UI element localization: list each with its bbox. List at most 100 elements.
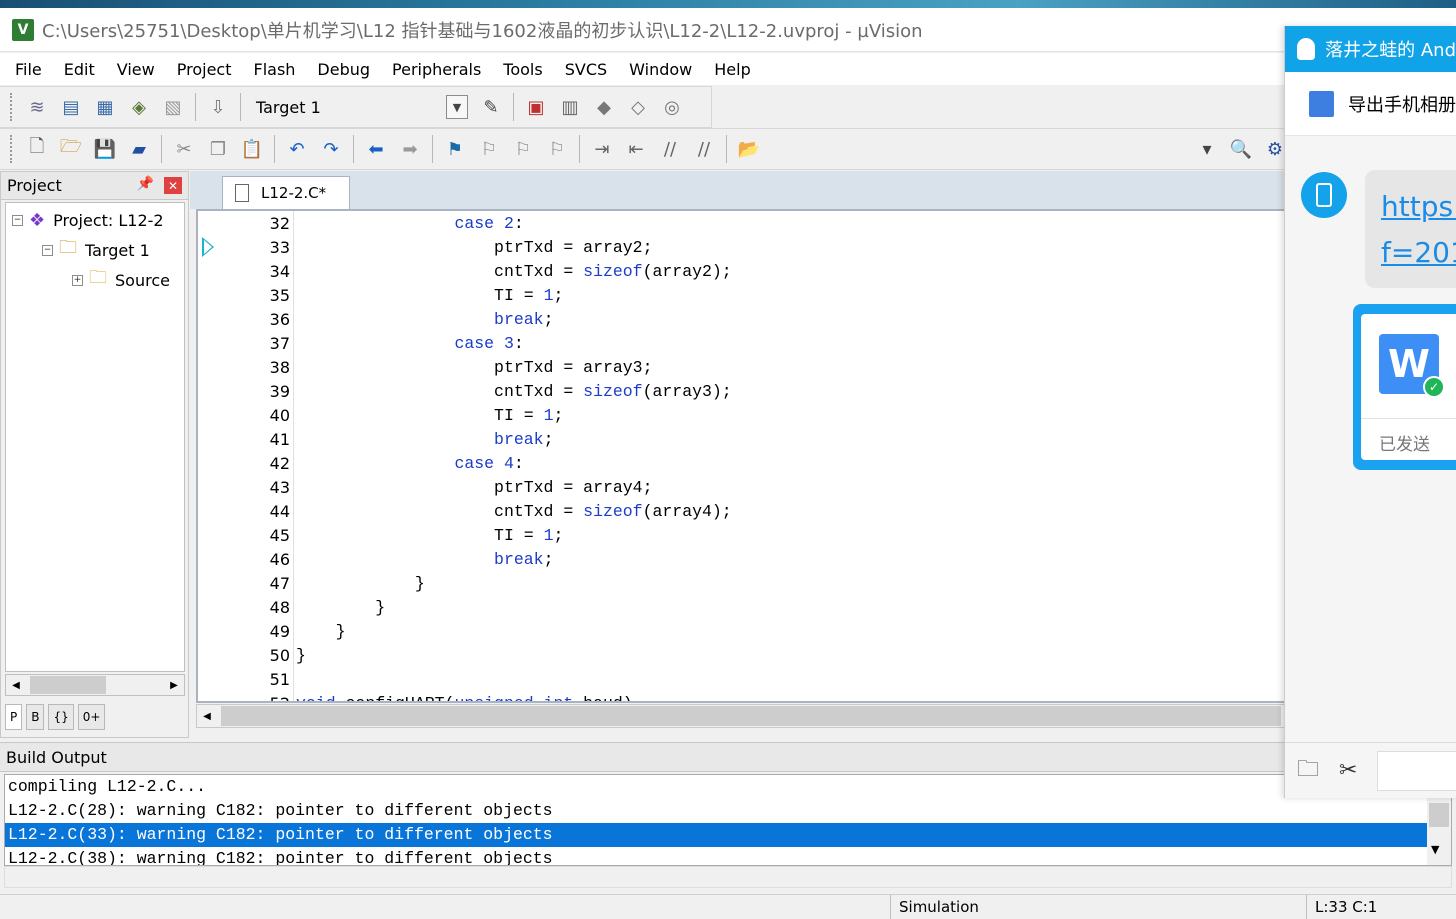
target-select[interactable]: Target 1 ▼	[250, 94, 468, 120]
target-options-icon[interactable]: ✎	[476, 92, 506, 122]
expand-icon[interactable]: +	[72, 274, 83, 286]
code-line[interactable]: }	[296, 596, 385, 620]
scroll-left-icon[interactable]: ◀	[197, 706, 217, 726]
manage-components-icon[interactable]: ▣	[521, 92, 551, 122]
save-icon[interactable]: 💾	[90, 134, 120, 164]
collapse-icon[interactable]: −	[42, 244, 53, 256]
pack-installer-icon[interactable]: ◇	[623, 92, 653, 122]
code-editor[interactable]: 32 33 34 35 36 37 38 39 40 41 42 43 44 45 46 47 48 49 50 51…	[196, 209, 1286, 703]
translate-icon[interactable]: ≋	[22, 92, 52, 122]
project-tree-hscrollbar[interactable]: ◀ ▶	[5, 674, 185, 696]
cut-icon[interactable]: ✂	[169, 134, 199, 164]
incremental-find-icon[interactable]: 🔍	[1226, 134, 1256, 164]
code-line[interactable]: }	[296, 572, 425, 596]
find-combo-dropdown[interactable]: ▾	[1192, 134, 1222, 164]
redo-icon[interactable]: ↷	[316, 134, 346, 164]
tree-item[interactable]: + 🗀 Source	[72, 267, 170, 293]
menu-item-tools[interactable]: Tools	[492, 60, 553, 79]
message-link-line[interactable]: https:	[1381, 184, 1456, 230]
nav-back-icon[interactable]: ⬅	[361, 134, 391, 164]
toolbar-grip[interactable]	[10, 135, 14, 163]
menu-item-view[interactable]: View	[106, 60, 166, 79]
rte-icon[interactable]: ◎	[657, 92, 687, 122]
code-line[interactable]: ptrTxd = array4;	[296, 476, 652, 500]
code-line[interactable]: break;	[296, 548, 553, 572]
tab-project[interactable]: P	[5, 704, 23, 730]
nav-forward-icon[interactable]: ➡	[395, 134, 425, 164]
editor-gutter[interactable]: 32 33 34 35 36 37 38 39 40 41 42 43 44 45 46 47 48 49 50 51…	[198, 211, 294, 701]
save-all-icon[interactable]: ▰	[124, 134, 154, 164]
menu-item-debug[interactable]: Debug	[306, 60, 381, 79]
menu-item-file[interactable]: File	[4, 60, 53, 79]
menu-item-edit[interactable]: Edit	[53, 60, 106, 79]
rebuild-icon[interactable]: ▦	[90, 92, 120, 122]
menu-item-flash[interactable]: Flash	[242, 60, 306, 79]
build-icon[interactable]: ▤	[56, 92, 86, 122]
code-line[interactable]: void configUART(unsigned int baud)	[296, 692, 633, 701]
code-line[interactable]: }	[296, 644, 306, 668]
undo-icon[interactable]: ↶	[282, 134, 312, 164]
build-output-line[interactable]: L12-2.C(28): warning C182: pointer to di…	[5, 799, 1451, 823]
code-line[interactable]: cntTxd = sizeof(array4);	[296, 500, 732, 524]
uncomment-icon[interactable]: //	[689, 134, 719, 164]
close-icon[interactable]: ✕	[164, 177, 182, 194]
pin-icon[interactable]: 📌	[137, 176, 154, 192]
menu-item-svcs[interactable]: SVCS	[554, 60, 618, 79]
code-line[interactable]: break;	[296, 308, 553, 332]
find-in-files-icon[interactable]: 📂	[734, 134, 764, 164]
code-line[interactable]: cntTxd = sizeof(array3);	[296, 380, 732, 404]
indent-icon[interactable]: ⇥	[587, 134, 617, 164]
clear-bookmarks-icon[interactable]: ⚐	[542, 134, 572, 164]
message-link-bubble[interactable]: https: f=201	[1365, 170, 1456, 288]
download-icon[interactable]: ⇩	[203, 92, 233, 122]
menu-item-project[interactable]: Project	[166, 60, 243, 79]
build-output-line[interactable]: compiling L12-2.C...	[5, 775, 1451, 799]
unindent-icon[interactable]: ⇤	[621, 134, 651, 164]
build-output-line[interactable]: L12-2.C(33): warning C182: pointer to di…	[5, 823, 1427, 847]
bookmark-icon[interactable]: ⚑	[440, 134, 470, 164]
code-line[interactable]: break;	[296, 428, 553, 452]
batch-build-icon[interactable]: ◈	[124, 92, 154, 122]
scissors-icon[interactable]: ✂	[1339, 758, 1357, 783]
scroll-left-icon[interactable]: ◀	[6, 675, 26, 695]
code-line[interactable]: case 2:	[296, 212, 523, 236]
code-line[interactable]: TI = 1;	[296, 404, 563, 428]
tree-item[interactable]: − ❖ Project: L12-2	[12, 207, 164, 233]
code-line[interactable]: TI = 1;	[296, 524, 563, 548]
build-output-line[interactable]: L12-2.C(38): warning C182: pointer to di…	[5, 847, 1451, 865]
code-line[interactable]: ptrTxd = array2;	[296, 236, 652, 260]
prev-bookmark-icon[interactable]: ⚐	[474, 134, 504, 164]
paste-icon[interactable]: 📋	[237, 134, 267, 164]
code-line[interactable]: TI = 1;	[296, 284, 563, 308]
open-file-icon[interactable]: 🗁	[56, 134, 86, 164]
scroll-right-icon[interactable]: ▶	[164, 675, 184, 695]
file-message-card[interactable]: W ✓ 已发送	[1353, 304, 1456, 470]
code-line[interactable]: case 4:	[296, 452, 523, 476]
tree-item[interactable]: − 🗀 Target 1	[42, 237, 150, 263]
code-line[interactable]: ptrTxd = array3;	[296, 356, 652, 380]
new-file-icon[interactable]: 🗋	[22, 134, 52, 164]
tab-functions[interactable]: {}	[48, 704, 74, 730]
menu-item-window[interactable]: Window	[618, 60, 703, 79]
qq-message-input[interactable]	[1377, 750, 1456, 791]
scroll-thumb[interactable]	[30, 676, 106, 694]
next-bookmark-icon[interactable]: ⚐	[508, 134, 538, 164]
code-line[interactable]: case 3:	[296, 332, 523, 356]
code-line[interactable]: cntTxd = sizeof(array2);	[296, 260, 732, 284]
code-line[interactable]: }	[296, 620, 346, 644]
select-packs-icon[interactable]: ▥	[555, 92, 585, 122]
collapse-icon[interactable]: −	[12, 214, 23, 226]
comment-icon[interactable]: //	[655, 134, 685, 164]
stop-build-icon[interactable]: ▧	[158, 92, 188, 122]
scroll-down-icon[interactable]: ▼	[1431, 843, 1439, 856]
editor-tab[interactable]: L12-2.C*	[222, 176, 350, 209]
menu-item-peripherals[interactable]: Peripherals	[381, 60, 492, 79]
menu-item-help[interactable]: Help	[703, 60, 761, 79]
chevron-down-icon[interactable]: ▼	[446, 95, 468, 119]
build-output-log[interactable]: compiling L12-2.C... L12-2.C(28): warning…	[4, 774, 1452, 866]
manage-books-icon[interactable]: ◆	[589, 92, 619, 122]
scroll-thumb[interactable]	[221, 706, 1281, 726]
scroll-thumb[interactable]	[1429, 803, 1449, 827]
tab-books[interactable]: B	[26, 704, 45, 730]
message-link-line[interactable]: f=201	[1381, 230, 1456, 276]
